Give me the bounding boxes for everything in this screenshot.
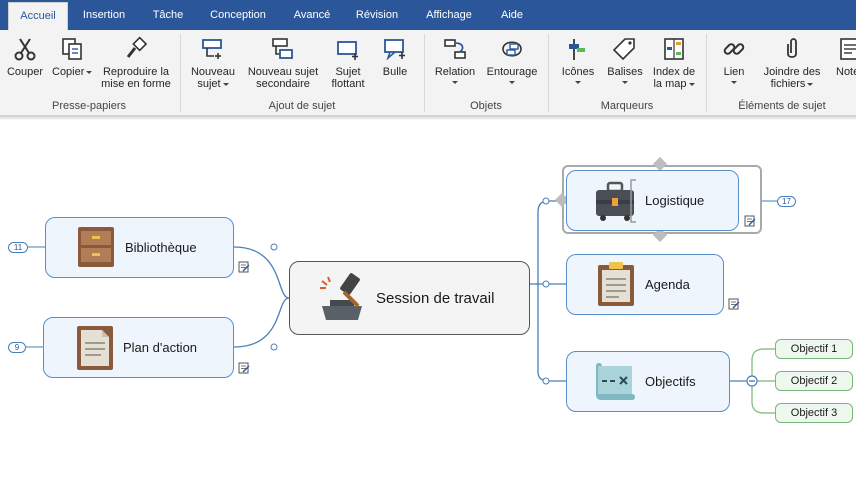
flag-icon — [569, 39, 585, 60]
map-index-label-2: la map — [650, 78, 698, 90]
copy-icon — [62, 38, 82, 60]
new-topic-label-1: Nouveau — [190, 66, 236, 78]
relation-button[interactable]: Relation — [430, 36, 480, 84]
gavel-icon — [320, 273, 362, 320]
copy-button[interactable]: Copier — [52, 36, 93, 78]
link-caret — [731, 81, 737, 84]
attach-files-label-1: Joindre des — [763, 66, 821, 78]
ribbon-separator — [548, 34, 549, 112]
topic-count-badge[interactable]: 11 — [8, 242, 28, 253]
new-topic-icon — [202, 39, 222, 59]
note-icon[interactable] — [238, 362, 250, 374]
link-label: Lien — [723, 66, 745, 78]
mindmap-canvas[interactable]: Session de travail Bibliothèque 11 Plan … — [0, 120, 856, 481]
topic-agenda-label: Agenda — [645, 277, 690, 292]
floating-topic-label-2: flottant — [331, 78, 365, 90]
tags-caret — [622, 81, 628, 84]
attach-files-button[interactable]: Joindre des fichiers — [758, 36, 826, 90]
relation-label: Relation — [434, 66, 476, 78]
floating-topic-label-1: Sujet — [335, 66, 361, 78]
tab-aide[interactable]: Aide — [490, 0, 534, 30]
topic-bibliotheque-label: Bibliothèque — [125, 240, 197, 255]
icons-caret — [575, 81, 581, 84]
new-topic-label-2: sujet — [188, 78, 238, 90]
boundary-icon — [502, 41, 522, 57]
scissors-icon — [14, 38, 36, 61]
group-label-presse-papiers: Presse-papiers — [52, 100, 126, 112]
brush-icon — [126, 36, 148, 58]
map-index-icon — [664, 38, 684, 60]
relation-icon — [444, 39, 466, 59]
boundary-caret — [509, 81, 515, 84]
map-index-button[interactable]: Index de la map — [650, 36, 698, 90]
tab-accueil[interactable]: Accueil — [8, 2, 68, 31]
tab-revision[interactable]: Révision — [348, 0, 406, 30]
topic-logistique-label: Logistique — [645, 193, 705, 208]
new-subtopic-icon — [272, 38, 293, 59]
tab-avance[interactable]: Avancé — [284, 0, 340, 30]
tag-icon — [612, 38, 635, 61]
ribbon-separator — [424, 34, 425, 112]
scroll-icon — [596, 363, 635, 400]
ribbon-separator — [706, 34, 707, 112]
boundary-label: Entourage — [486, 66, 538, 78]
cut-button[interactable]: Couper — [2, 36, 48, 78]
new-subtopic-label-1: Nouveau sujet — [247, 66, 319, 78]
notes-label: Note — [836, 66, 856, 78]
note-icon[interactable] — [744, 215, 756, 227]
group-label-objets: Objets — [470, 100, 502, 112]
floating-topic-icon — [337, 41, 358, 60]
group-label-marqueurs: Marqueurs — [600, 100, 654, 112]
subtopic-objectif-2[interactable]: Objectif 2 — [775, 371, 853, 391]
tab-insertion[interactable]: Insertion — [74, 0, 134, 30]
ribbon-tab-bar: Accueil Insertion Tâche Conception Avanc… — [0, 0, 856, 31]
new-topic-button[interactable]: Nouveau sujet — [188, 36, 238, 90]
floating-topic-button[interactable]: Sujet flottant — [326, 36, 370, 90]
map-index-label-1: Index de — [652, 66, 696, 78]
cabinet-icon — [78, 227, 114, 267]
paperclip-icon — [787, 38, 797, 58]
group-label-ajout-sujet: Ajout de sujet — [268, 100, 336, 112]
subtopic-objectif-1[interactable]: Objectif 1 — [775, 339, 853, 359]
boundary-button[interactable]: Entourage — [484, 36, 540, 84]
ribbon: Couper Copier Reproduire la mise en form… — [0, 30, 856, 116]
notes-button[interactable]: Note — [830, 36, 856, 78]
link-button[interactable]: Lien — [714, 36, 754, 84]
callout-button[interactable]: Bulle — [374, 36, 416, 78]
callout-label: Bulle — [382, 66, 408, 78]
tab-tache[interactable]: Tâche — [142, 0, 194, 30]
topic-plan-daction-label: Plan d'action — [123, 340, 198, 355]
tags-label: Balises — [607, 66, 643, 78]
topic-count-badge[interactable]: 17 — [777, 196, 796, 207]
note-icon[interactable] — [238, 261, 250, 273]
icons-label: Icônes — [561, 66, 595, 78]
tab-conception[interactable]: Conception — [202, 0, 274, 30]
subtopic-objectif-3[interactable]: Objectif 3 — [775, 403, 853, 423]
relation-caret — [452, 81, 458, 84]
tags-button[interactable]: Balises — [604, 36, 646, 84]
attach-files-label-2: fichiers — [758, 78, 826, 90]
cut-label: Couper — [6, 66, 44, 78]
format-painter-button[interactable]: Reproduire la mise en forme — [100, 36, 172, 90]
notes-icon — [840, 38, 856, 60]
clipboard-icon — [598, 262, 634, 306]
link-icon — [723, 43, 745, 55]
topic-objectifs-label: Objectifs — [645, 374, 696, 389]
note-icon[interactable] — [728, 298, 740, 310]
copy-label: Copier — [52, 66, 93, 78]
tab-affichage[interactable]: Affichage — [418, 0, 480, 30]
callout-icon — [384, 39, 405, 61]
format-painter-label-1: Reproduire la — [102, 66, 170, 78]
format-painter-label-2: mise en forme — [101, 78, 171, 90]
topic-count-badge[interactable]: 9 — [8, 342, 26, 353]
icons-button[interactable]: Icônes — [556, 36, 600, 84]
group-label-elements-sujet: Éléments de sujet — [738, 100, 826, 112]
trolley-handle-icon — [630, 179, 636, 223]
mindmap-app: Accueil Insertion Tâche Conception Avanc… — [0, 0, 856, 481]
ribbon-separator — [180, 34, 181, 112]
central-topic-label: Session de travail — [376, 290, 495, 307]
document-icon — [77, 326, 113, 370]
new-subtopic-button[interactable]: Nouveau sujet secondaire — [244, 36, 322, 90]
new-subtopic-label-2: secondaire — [256, 78, 310, 90]
